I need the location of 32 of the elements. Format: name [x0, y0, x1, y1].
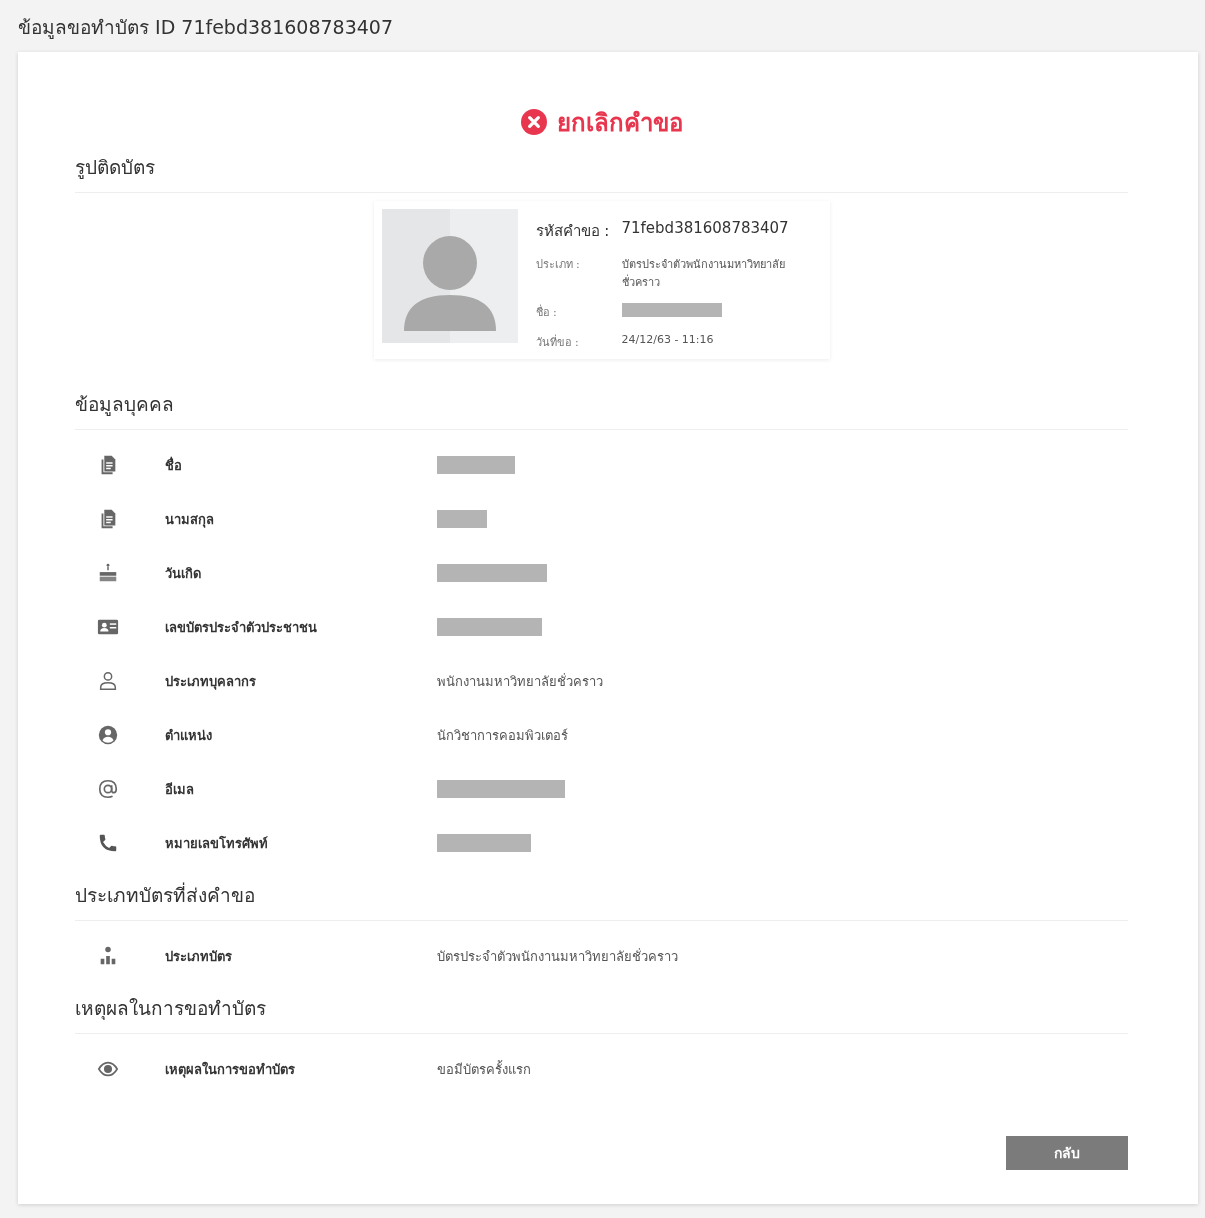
section-title: ข้อมูลบุคคล [75, 392, 175, 418]
field-value: ขอมีบัตรครั้งแรก [437, 1059, 531, 1079]
field-value: นักวิชาการคอมพิวเตอร์ [437, 726, 568, 745]
summary-label: วันที่ขอ : [535, 333, 580, 351]
at-sign-icon [97, 778, 119, 800]
section-title: เหตุผลในการขอทำบัตร [75, 996, 267, 1022]
field-label: วันเกิด [165, 564, 202, 583]
field-label: เหตุผลในการขอทำบัตร [165, 1060, 296, 1080]
person-icon [97, 670, 119, 692]
field-label: เลขบัตรประจำตัวประชาชน [165, 618, 318, 637]
back-button[interactable]: กลับ [1006, 1136, 1128, 1170]
page-title: ข้อมูลขอทำบัตร ID 71febd381608783407 [18, 15, 395, 41]
field-label: หมายเลขโทรศัพท์ [165, 834, 269, 853]
section-title: รูปติดบัตร [75, 155, 156, 181]
field-label: อีเมล [165, 780, 195, 799]
field-label: ตำแหน่ง [165, 726, 213, 745]
field-label: นามสกุล [165, 510, 215, 530]
phone-icon [97, 832, 119, 854]
field-value: พนักงานมหาวิทยาลัยชั่วคราว [437, 672, 603, 691]
field-label: ชื่อ [165, 455, 183, 475]
summary-value: 24/12/63 - 11:16 [621, 333, 715, 348]
status-label: ยกเลิกคำขอ [556, 107, 683, 139]
summary-label: ประเภท : [535, 257, 581, 273]
summary-value: 71febd381608783407 [621, 219, 790, 239]
summary-value: บัตรประจำตัวพนักงานมหาวิทยาลัยชั่วคราว [621, 257, 786, 291]
summary-label: รหัสคำขอ : [535, 221, 611, 242]
field-label: ประเภทบุคลากร [165, 672, 257, 692]
account-circle-icon [97, 724, 119, 746]
field-label: ประเภทบัตร [165, 947, 233, 966]
field-value: บัตรประจำตัวพนักงานมหาวิทยาลัยชั่วคราว [437, 947, 678, 966]
summary-label: ชื่อ : [535, 303, 558, 321]
section-title: ประเภทบัตรที่ส่งคำขอ [75, 881, 256, 908]
